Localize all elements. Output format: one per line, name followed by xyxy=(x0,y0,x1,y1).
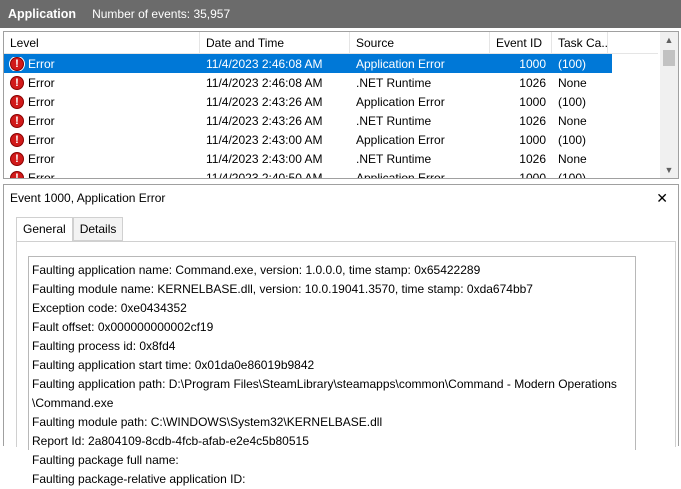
level-cell: ! Error xyxy=(4,132,200,147)
column-header-source[interactable]: Source xyxy=(350,32,490,54)
column-header-row: Level Date and Time Source Event ID Task… xyxy=(4,32,658,54)
source-cell: Application Error xyxy=(356,94,445,109)
table-row[interactable]: ! Error 11/4/2023 2:40:50 AM Application Er… xyxy=(4,168,658,179)
event-list-scrollbar[interactable]: ▲ ▼ xyxy=(660,32,678,178)
task-category-cell: (100) xyxy=(558,132,587,147)
description-line: Fault offset: 0x000000000002cf19 xyxy=(32,320,214,334)
table-row[interactable]: ! Error 11/4/2023 2:43:26 AM Application Er… xyxy=(4,92,658,111)
level-text: Error xyxy=(28,75,55,90)
date-time-cell: 11/4/2023 2:43:00 AM xyxy=(206,151,323,166)
event-id-cell: 1000 xyxy=(519,94,546,109)
date-time-cell: 11/4/2023 2:43:26 AM xyxy=(206,94,323,109)
error-icon: ! xyxy=(10,170,24,178)
description-line: Faulting package full name: xyxy=(32,453,179,467)
event-id-cell: 1000 xyxy=(519,56,546,71)
level-cell: ! Error xyxy=(4,151,200,166)
source-cell: .NET Runtime xyxy=(356,113,432,128)
level-cell: ! Error xyxy=(4,113,200,128)
task-category-cell: None xyxy=(558,75,587,90)
date-time-cell: 11/4/2023 2:40:50 AM xyxy=(206,170,323,179)
error-icon: ! xyxy=(10,132,24,147)
general-tab-content: Faulting application name: Command.exe, … xyxy=(16,241,676,486)
date-time-cell: 11/4/2023 2:46:08 AM xyxy=(206,56,323,71)
date-time-cell: 11/4/2023 2:46:08 AM xyxy=(206,75,323,90)
column-header-level[interactable]: Level xyxy=(4,32,200,54)
tab-general[interactable]: General xyxy=(16,217,73,242)
source-cell: Application Error xyxy=(356,132,445,147)
event-list[interactable]: Level Date and Time Source Event ID Task… xyxy=(3,31,679,179)
source-cell: Application Error xyxy=(356,170,445,179)
level-text: Error xyxy=(28,151,55,166)
table-row[interactable]: ! Error 11/4/2023 2:46:08 AM .NET Runtime 10… xyxy=(4,73,658,92)
detail-title: Event 1000, Application Error xyxy=(10,191,166,205)
level-text: Error xyxy=(28,132,55,147)
close-icon[interactable]: ✕ xyxy=(656,185,668,211)
level-text: Error xyxy=(28,170,55,179)
task-category-cell: None xyxy=(558,151,587,166)
date-time-cell: 11/4/2023 2:43:26 AM xyxy=(206,113,323,128)
task-category-cell: (100) xyxy=(558,94,587,109)
table-row[interactable]: ! Error 11/4/2023 2:43:26 AM .NET Runtime 10… xyxy=(4,111,658,130)
event-rows: ! Error 11/4/2023 2:46:08 AM Application Er… xyxy=(4,54,658,179)
level-cell: ! Error xyxy=(4,94,200,109)
column-header-event-id[interactable]: Event ID xyxy=(490,32,552,54)
description-line: Faulting package-relative application ID… xyxy=(32,472,246,486)
detail-header: Event 1000, Application Error ✕ xyxy=(4,185,678,211)
event-description[interactable]: Faulting application name: Command.exe, … xyxy=(28,256,636,486)
error-icon: ! xyxy=(10,151,24,166)
log-name: Application xyxy=(8,7,77,21)
table-row[interactable]: ! Error 11/4/2023 2:43:00 AM .NET Runtime 10… xyxy=(4,149,658,168)
description-line: Report Id: 2a804109-8cdb-4fcb-afab-e2e4c… xyxy=(32,434,309,448)
description-line: Faulting process id: 0x8fd4 xyxy=(32,339,176,353)
scroll-down-icon[interactable]: ▼ xyxy=(660,162,678,178)
date-time-cell: 11/4/2023 2:43:00 AM xyxy=(206,132,323,147)
level-cell: ! Error xyxy=(4,170,200,179)
description-line: Faulting application path: D:\Program Fi… xyxy=(32,377,617,391)
event-id-cell: 1026 xyxy=(519,151,546,166)
error-icon: ! xyxy=(10,56,24,71)
task-category-cell: (100) xyxy=(558,56,587,71)
error-icon: ! xyxy=(10,94,24,109)
event-detail-pane: Event 1000, Application Error ✕ General … xyxy=(3,184,679,486)
table-row[interactable]: ! Error 11/4/2023 2:46:08 AM Application Er… xyxy=(4,54,612,73)
event-id-cell: 1000 xyxy=(519,170,546,179)
level-text: Error xyxy=(28,56,55,71)
scroll-thumb[interactable] xyxy=(663,50,675,66)
task-category-cell: (100) xyxy=(558,170,587,179)
scroll-up-icon[interactable]: ▲ xyxy=(660,32,678,48)
event-count: Number of events: 35,957 xyxy=(92,7,231,21)
level-text: Error xyxy=(28,113,55,128)
event-id-cell: 1026 xyxy=(519,75,546,90)
description-line: \Command.exe xyxy=(32,396,114,410)
description-line: Faulting module path: C:\WINDOWS\System3… xyxy=(32,415,383,429)
error-icon: ! xyxy=(10,113,24,128)
task-category-cell: None xyxy=(558,113,587,128)
tab-details[interactable]: Details xyxy=(72,217,124,241)
column-header-date-time[interactable]: Date and Time xyxy=(200,32,350,54)
detail-tabs: General Details xyxy=(16,217,124,242)
source-cell: .NET Runtime xyxy=(356,151,432,166)
source-cell: .NET Runtime xyxy=(356,75,432,90)
event-id-cell: 1000 xyxy=(519,132,546,147)
description-line: Faulting application start time: 0x01da0… xyxy=(32,358,315,372)
column-header-task-category[interactable]: Task Ca... xyxy=(552,32,608,54)
description-line: Faulting module name: KERNELBASE.dll, ve… xyxy=(32,282,533,296)
window-title-bar: Application Number of events: 35,957 xyxy=(0,0,681,28)
level-cell: ! Error xyxy=(4,75,200,90)
table-row[interactable]: ! Error 11/4/2023 2:43:00 AM Application Er… xyxy=(4,130,658,149)
level-text: Error xyxy=(28,94,55,109)
source-cell: Application Error xyxy=(356,56,445,71)
event-id-cell: 1026 xyxy=(519,113,546,128)
description-line: Exception code: 0xe0434352 xyxy=(32,301,187,315)
error-icon: ! xyxy=(10,75,24,90)
description-line: Faulting application name: Command.exe, … xyxy=(32,263,481,277)
level-cell: ! Error xyxy=(4,56,200,71)
